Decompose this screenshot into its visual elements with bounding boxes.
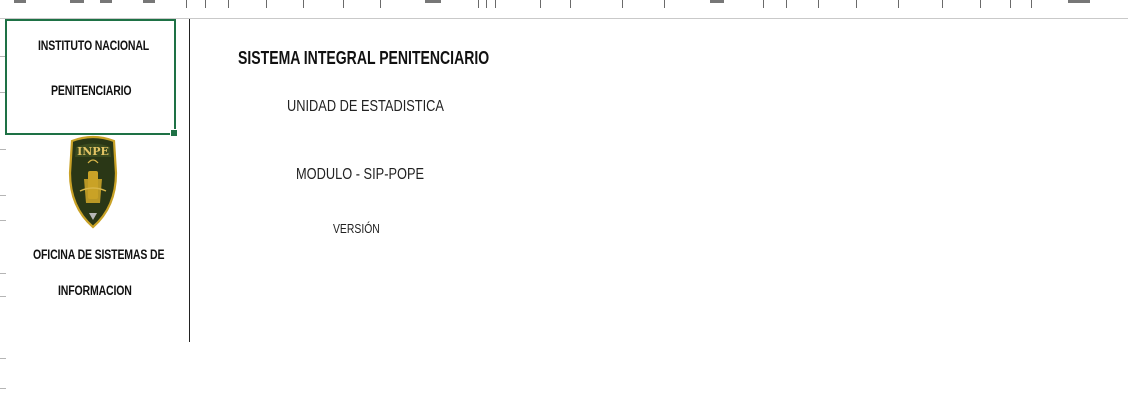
ruler-tick [786,0,787,8]
institution-name-line1: INSTITUTO NACIONAL [38,38,150,53]
margin-tick [0,358,6,359]
margin-tick [0,296,6,297]
ruler-tick [380,0,381,8]
office-name-line1: OFICINA DE SISTEMAS DE [33,247,165,262]
logo-text: INPE [77,145,109,158]
ruler-tick [478,0,479,8]
margin-tick [0,195,6,196]
ruler-mark [14,0,26,3]
ruler-mark [425,0,441,3]
ruler-mark [1068,0,1090,3]
system-title: SISTEMA INTEGRAL PENITENCIARIO [238,48,490,68]
version-label: VERSIÓN [333,221,380,236]
ruler-tick [942,0,943,8]
column-border [189,19,190,342]
ruler-tick [898,0,899,8]
margin-tick [0,220,6,221]
ruler-mark [143,0,155,3]
ruler-tick [486,0,487,8]
module-label: MODULO - SIP-POPE [296,166,425,183]
ruler-tick [818,0,819,8]
ruler-tick [763,0,764,8]
ruler-tick [980,0,981,8]
ruler-mark [100,0,112,3]
ruler-tick [664,0,665,8]
margin-tick [0,149,6,150]
ruler-tick [495,0,496,8]
fill-handle[interactable] [170,129,178,137]
institution-name-line2: PENITENCIARIO [51,83,132,98]
ruler-tick [622,0,623,8]
margin-tick [0,273,6,274]
column-ruler [0,0,1128,19]
ruler-tick [343,0,344,8]
ruler-mark [70,0,84,3]
ruler-mark [710,0,724,3]
ruler-tick [1010,0,1011,8]
ruler-tick [540,0,541,8]
ruler-tick [1031,0,1032,8]
selected-cell[interactable] [5,19,178,137]
ruler-tick [205,0,206,8]
ruler-tick [266,0,267,8]
ruler-tick [856,0,857,8]
ruler-tick [186,0,187,8]
ruler-tick [570,0,571,8]
office-name-line2: INFORMACION [58,283,132,298]
ruler-tick [303,0,304,8]
ruler-tick [228,0,229,8]
unit-label: UNIDAD DE ESTADISTICA [287,98,444,115]
inpe-shield-icon: INPE [68,135,118,229]
margin-tick [0,388,6,389]
